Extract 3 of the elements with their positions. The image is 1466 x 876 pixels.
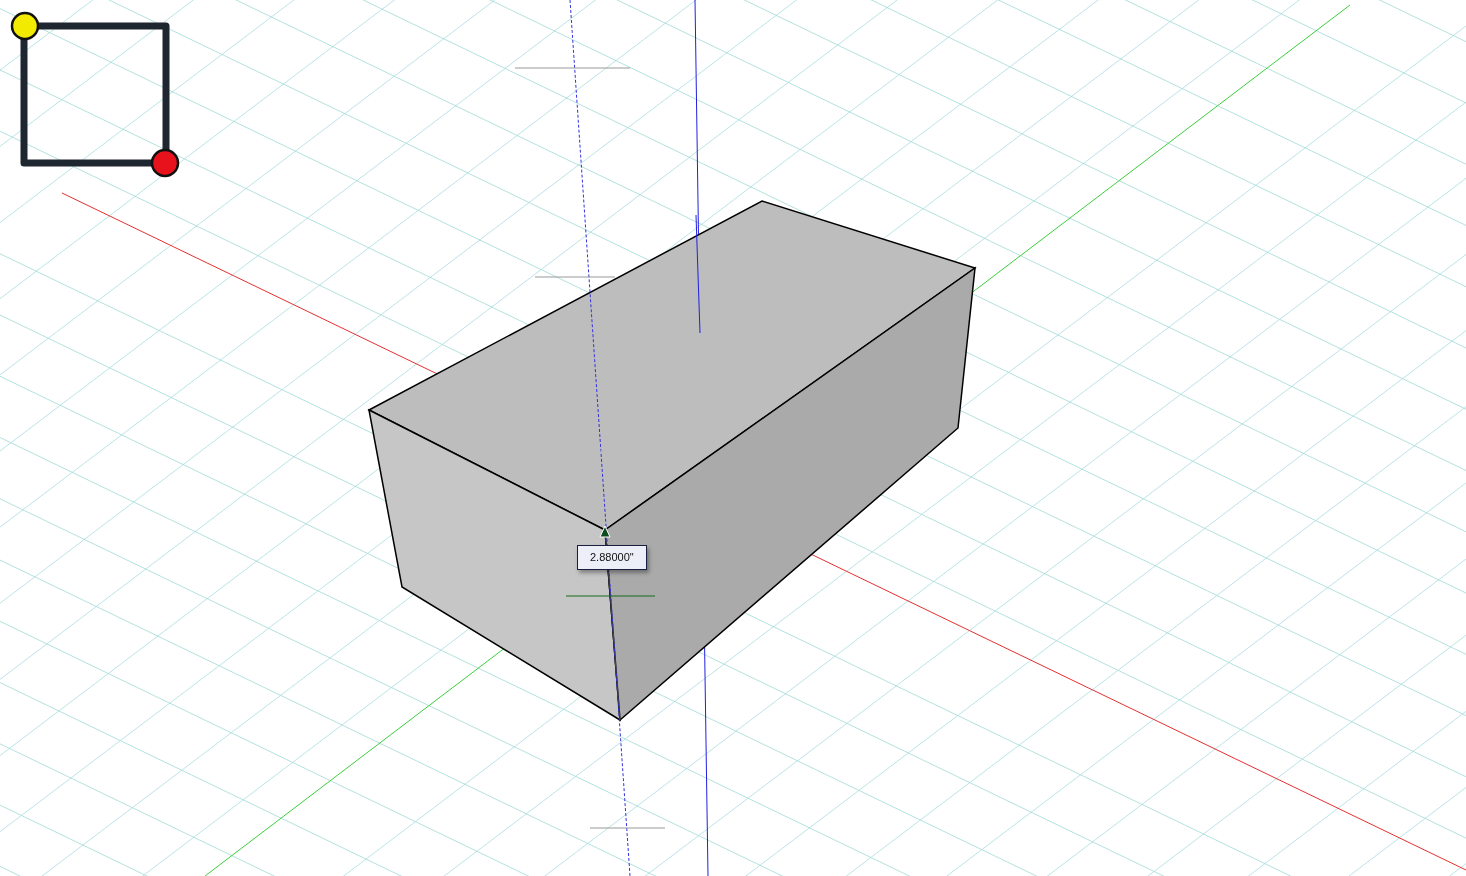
cursor-arrow-icon xyxy=(599,525,611,538)
measurement-tooltip: 2.88000" xyxy=(577,545,647,570)
rectangle-tool-icon[interactable] xyxy=(10,11,180,178)
